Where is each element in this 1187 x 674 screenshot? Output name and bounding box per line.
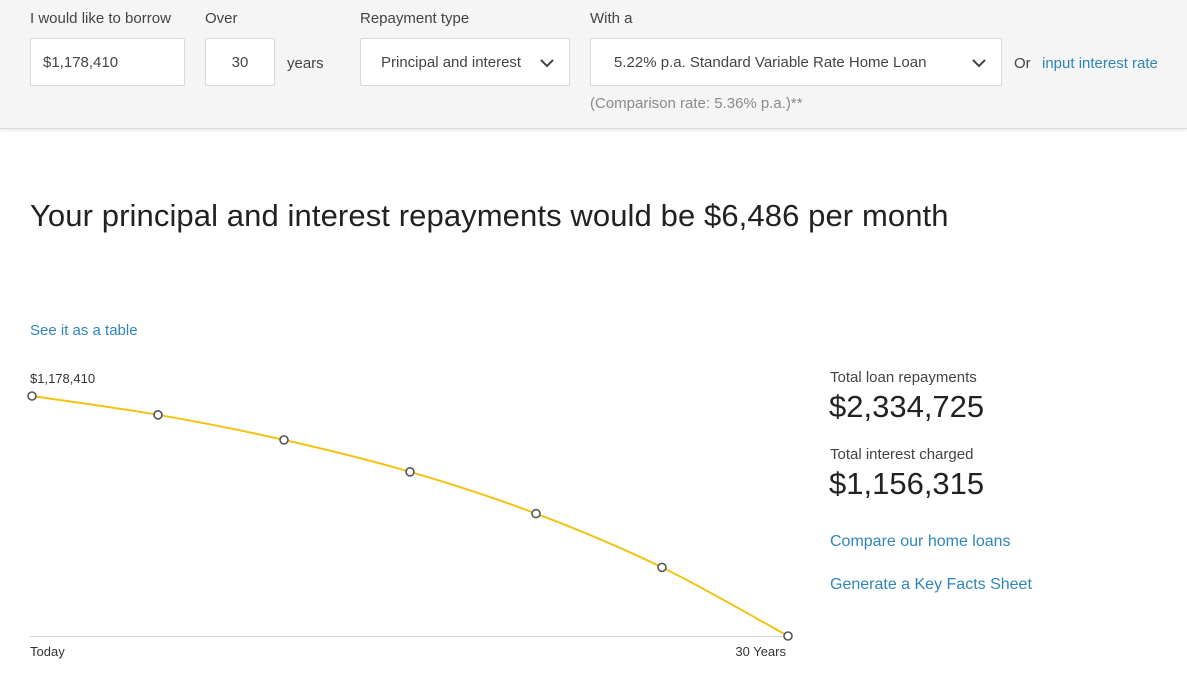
rate-label: With a	[590, 10, 633, 27]
interest-rate-select[interactable]: 5.22% p.a. Standard Variable Rate Home L…	[590, 38, 1002, 86]
data-point[interactable]	[783, 631, 793, 641]
total-interest-value: $1,156,315	[829, 466, 985, 501]
chevron-down-icon	[972, 59, 986, 68]
data-point[interactable]	[531, 508, 541, 519]
input-interest-rate-link[interactable]: input interest rate	[1042, 55, 1158, 72]
chart-labels: $1,178,410 Today 30 Years	[30, 371, 786, 659]
borrow-label: I would like to borrow	[30, 10, 171, 27]
repayment-headline: Your principal and interest repayments w…	[30, 198, 949, 233]
data-point[interactable]	[27, 391, 37, 401]
data-point[interactable]	[279, 435, 289, 445]
comparison-rate-note: (Comparison rate: 5.36% p.a.)**	[590, 95, 803, 112]
data-point[interactable]	[657, 562, 667, 573]
term-label: Over	[205, 10, 238, 27]
repayment-type-value: Principal and interest	[381, 53, 522, 71]
data-point[interactable]	[153, 410, 163, 420]
total-repayments-label: Total loan repayments	[830, 369, 977, 386]
loan-balance-chart: $1,178,410 Today 30 Years	[27, 371, 793, 659]
chart-points	[27, 391, 793, 641]
total-interest-label: Total interest charged	[830, 446, 974, 463]
compare-home-loans-link[interactable]: Compare our home loans	[830, 533, 1011, 551]
or-label: Or	[1014, 55, 1031, 72]
see-as-table-link[interactable]: See it as a table	[30, 322, 138, 339]
repayment-type-select[interactable]: Principal and interest	[360, 38, 570, 86]
term-years-input[interactable]	[206, 53, 274, 71]
x-tick-label-start: Today	[30, 644, 65, 659]
repayment-type-label: Repayment type	[360, 10, 470, 27]
borrow-amount-input[interactable]	[31, 53, 184, 71]
borrow-amount-field[interactable]	[30, 38, 185, 86]
key-facts-sheet-link[interactable]: Generate a Key Facts Sheet	[830, 576, 1032, 594]
chevron-down-icon	[540, 59, 554, 68]
x-tick-label-end: 30 Years	[735, 644, 786, 659]
term-years-field[interactable]	[205, 38, 275, 86]
years-unit-label: years	[287, 55, 324, 72]
loan-form-bar: I would like to borrow Over years Repaym…	[0, 0, 1187, 129]
interest-rate-value: 5.22% p.a. Standard Variable Rate Home L…	[614, 53, 927, 71]
balance-series-line	[31, 395, 789, 637]
data-point[interactable]	[405, 467, 415, 477]
start-balance-label: $1,178,410	[30, 371, 95, 386]
total-repayments-value: $2,334,725	[829, 389, 985, 424]
